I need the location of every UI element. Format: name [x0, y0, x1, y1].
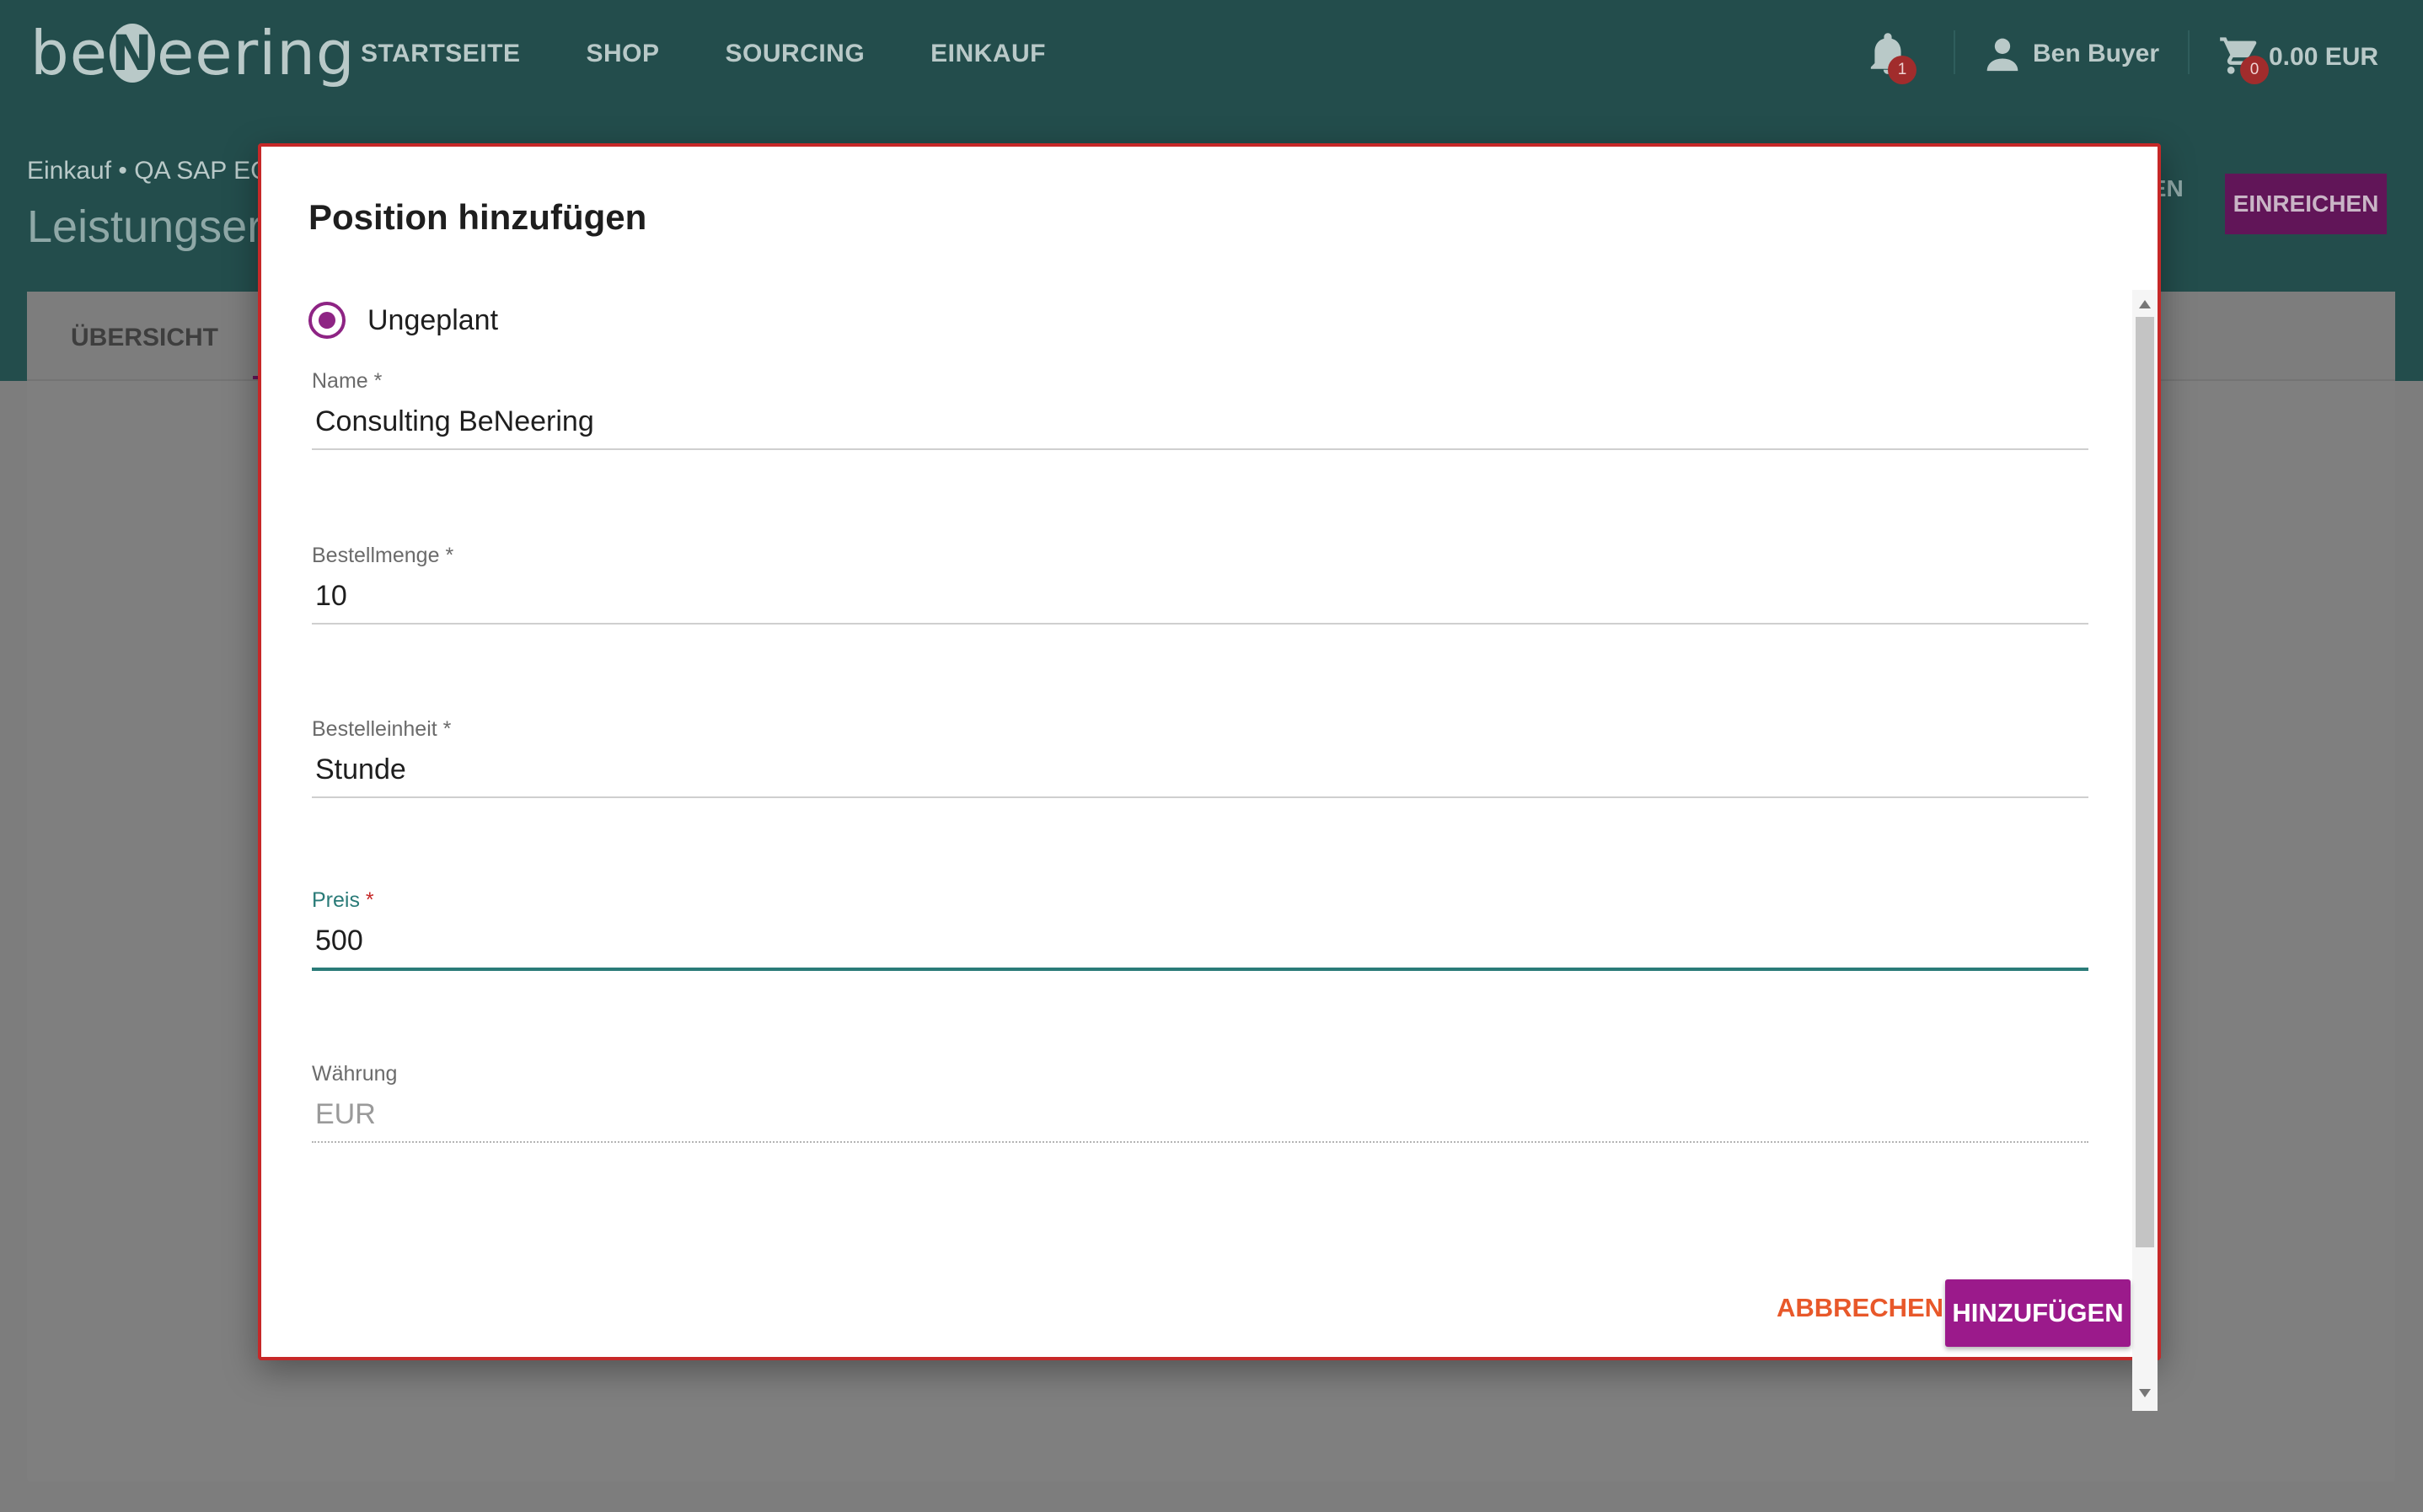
unit-label-text: Bestelleinheit — [312, 717, 437, 741]
notifications-badge: 1 — [1888, 56, 1916, 84]
add-button[interactable]: HINZUFÜGEN — [1945, 1279, 2131, 1347]
nav-einkauf[interactable]: EINKAUF — [930, 40, 1046, 68]
user-name: Ben Buyer — [2033, 40, 2160, 67]
required-marker: * — [445, 544, 454, 567]
submit-button[interactable]: EINREICHEN — [2225, 174, 2387, 234]
quantity-field: Bestellmenge * — [312, 544, 2088, 625]
cart-icon-wrap: 0 — [2218, 34, 2269, 84]
nav-startseite[interactable]: STARTSEITE — [361, 40, 520, 68]
name-label-text: Name — [312, 369, 368, 393]
divider — [1954, 30, 1955, 74]
required-marker: * — [373, 369, 383, 393]
price-field: Preis * — [312, 888, 2088, 971]
required-marker: * — [365, 888, 374, 912]
dialog-title: Position hinzufügen — [308, 197, 647, 237]
logo-mark: N — [110, 24, 155, 83]
price-label: Preis * — [312, 888, 2088, 913]
add-position-dialog: Position hinzufügen Ungeplant Name * Bes… — [258, 143, 2161, 1411]
quantity-input[interactable] — [312, 568, 2088, 625]
unit-field: Bestelleinheit * — [312, 717, 2088, 798]
scroll-up-arrow-icon[interactable] — [2139, 300, 2151, 308]
name-input[interactable] — [312, 394, 2088, 450]
dialog-scrollbar[interactable] — [2132, 290, 2158, 1411]
unplanned-radio[interactable]: Ungeplant — [308, 297, 498, 344]
radio-selected-icon[interactable] — [308, 302, 346, 339]
top-navigation-bar: be N eering STARTSEITE SHOP SOURCING EIN… — [0, 0, 2423, 113]
required-marker: * — [442, 717, 452, 741]
scroll-down-arrow-icon[interactable] — [2139, 1389, 2151, 1397]
main-nav: STARTSEITE SHOP SOURCING EINKAUF — [361, 0, 1112, 108]
logo[interactable]: be N eering — [30, 15, 356, 91]
notifications-button[interactable]: 1 — [1869, 32, 1916, 86]
unit-input[interactable] — [312, 742, 2088, 798]
currency-input — [312, 1086, 2088, 1143]
page-title: Leistungser — [27, 201, 263, 252]
cancel-button[interactable]: ABBRECHEN — [1777, 1293, 1943, 1323]
logo-text-left: be — [30, 18, 108, 88]
currency-field: Währung — [312, 1062, 2088, 1143]
currency-label-text: Währung — [312, 1062, 398, 1086]
cart-total: 0.00 EUR — [2269, 43, 2379, 71]
unit-label: Bestelleinheit * — [312, 717, 2088, 742]
currency-label: Währung — [312, 1062, 2088, 1086]
name-label: Name * — [312, 369, 2088, 394]
user-menu[interactable]: Ben Buyer — [1984, 32, 2159, 76]
tab-overview[interactable]: ÜBERSICHT — [71, 324, 218, 352]
nav-shop[interactable]: SHOP — [586, 40, 659, 68]
cart-badge: 0 — [2240, 56, 2269, 84]
scroll-thumb[interactable] — [2136, 317, 2154, 1247]
breadcrumb[interactable]: Einkauf • QA SAP EC — [27, 157, 269, 185]
quantity-label: Bestellmenge * — [312, 544, 2088, 568]
nav-sourcing[interactable]: SOURCING — [725, 40, 865, 68]
name-field: Name * — [312, 369, 2088, 450]
quantity-label-text: Bestellmenge — [312, 544, 440, 567]
price-label-text: Preis — [312, 888, 360, 912]
divider — [2188, 30, 2190, 74]
unplanned-radio-label: Ungeplant — [367, 303, 499, 336]
logo-text-right: eering — [157, 18, 356, 88]
cart-button[interactable]: 0 0.00 EUR — [2218, 32, 2379, 84]
price-input[interactable] — [312, 913, 2088, 971]
person-icon — [1986, 38, 2018, 72]
